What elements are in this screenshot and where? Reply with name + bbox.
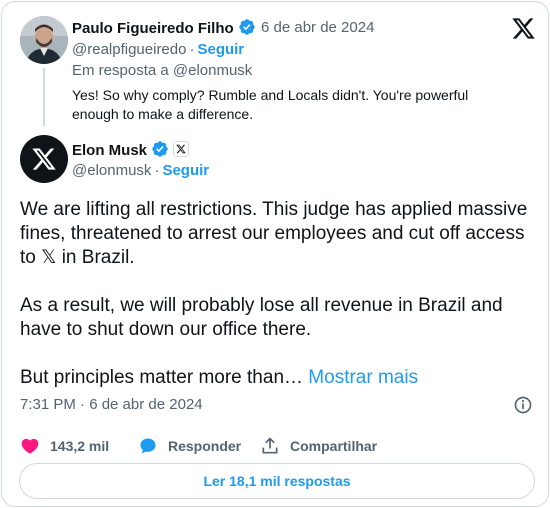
reply-button[interactable]: Responder xyxy=(138,436,260,456)
show-more-link[interactable]: Mostrar mais xyxy=(308,367,418,388)
x-affiliation-icon[interactable] xyxy=(173,141,190,157)
x-logo-icon[interactable] xyxy=(511,16,536,41)
follow-button[interactable]: Seguir xyxy=(162,162,209,179)
embedded-tweet-card: Paulo Figueiredo Filho · 6 de abr de 2024… xyxy=(1,1,549,507)
handle-row: @realpfigueiredo · Seguir xyxy=(72,41,245,58)
tweet-paragraph: But principles matter more than… Mostrar… xyxy=(20,367,419,388)
tweet-actions: 143,2 mil Responder Compartilhar xyxy=(20,434,377,458)
follow-button[interactable]: Seguir xyxy=(197,41,244,58)
author-name[interactable]: Elon Musk xyxy=(72,140,190,159)
tweet-timestamp[interactable]: 7:31 PM · 6 de abr de 2024 xyxy=(20,396,203,413)
reply-tweet-text: Yes! So why comply? Rumble and Locals di… xyxy=(72,87,469,122)
author-handle[interactable]: @realpfigueiredo xyxy=(72,41,186,58)
avatar[interactable] xyxy=(20,135,68,183)
author-handle[interactable]: @elonmusk xyxy=(72,162,151,179)
tweet-paragraph: We are lifting all restrictions. This ju… xyxy=(20,199,528,268)
heart-icon xyxy=(21,438,39,454)
handle-row: @elonmusk · Seguir xyxy=(72,162,210,179)
tweet-paragraph: As a result, we will probably lose all r… xyxy=(20,295,503,340)
like-count: 143,2 mil xyxy=(50,438,110,454)
like-button[interactable]: 143,2 mil xyxy=(20,436,138,456)
speech-bubble-icon xyxy=(140,438,156,454)
reply-label: Responder xyxy=(168,438,242,454)
share-button[interactable]: Compartilhar xyxy=(260,436,377,456)
verified-badge-icon xyxy=(152,141,168,157)
thread-line xyxy=(43,68,45,126)
share-icon xyxy=(262,437,278,454)
avatar[interactable] xyxy=(20,16,68,64)
info-icon[interactable] xyxy=(513,395,533,415)
read-replies-button[interactable]: Ler 18,1 mil respostas xyxy=(19,463,535,499)
author-name[interactable]: Paulo Figueiredo Filho xyxy=(72,18,256,37)
x-logo-icon xyxy=(32,148,56,170)
reply-context: Em resposta a @elonmusk xyxy=(72,62,253,79)
tweet-text: We are lifting all restrictions. This ju… xyxy=(20,198,535,390)
tweet-date[interactable]: · 6 de abr de 2024 xyxy=(250,19,374,36)
share-label: Compartilhar xyxy=(290,438,378,454)
